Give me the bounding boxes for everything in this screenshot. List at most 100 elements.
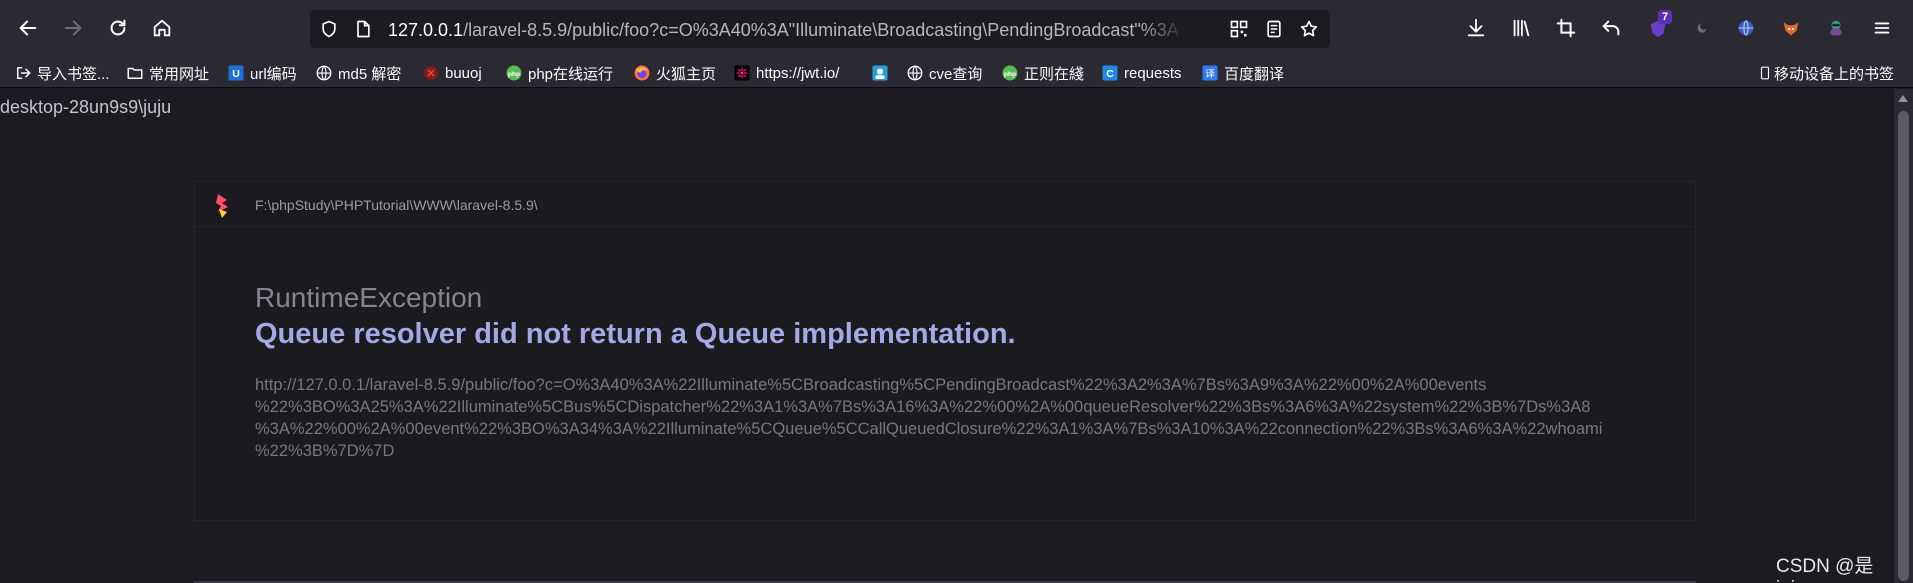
- exception-message: Queue resolver did not return a Queue im…: [255, 318, 1016, 350]
- bookmark-import[interactable]: 导入书签...: [14, 62, 110, 84]
- qr-code-icon[interactable]: [1228, 18, 1250, 40]
- bookmark-label: 移动设备上的书签: [1774, 65, 1895, 83]
- bookmark-cve[interactable]: cve查询: [906, 62, 982, 84]
- extension-badge: 7: [1658, 10, 1673, 24]
- url-fade: [1140, 16, 1185, 44]
- extension-spy-button[interactable]: [1818, 10, 1854, 46]
- url-text[interactable]: 127.0.0.1/laravel-8.5.9/public/foo?c=O%3…: [388, 18, 1178, 42]
- url-path: /laravel-8.5.9/public/foo?c=O%3A40%3A"Il…: [463, 20, 1178, 40]
- undo-button[interactable]: [1593, 10, 1629, 46]
- bookmark-php-online[interactable]: php php在线运行: [505, 62, 613, 84]
- bookmark-label: 导入书签...: [37, 65, 110, 83]
- extension-spy-icon: [1830, 20, 1842, 36]
- svg-text:php: php: [1004, 71, 1016, 78]
- svg-text:U: U: [232, 68, 240, 80]
- request-url-line: %22%3B%7D%7D: [255, 442, 395, 460]
- globe-icon: [315, 64, 333, 82]
- bookmark-label: url编码: [250, 65, 297, 83]
- bookmark-jwt[interactable]: https://jwt.io/: [733, 62, 839, 84]
- home-button[interactable]: [144, 10, 180, 46]
- extension-globe-button[interactable]: [1728, 10, 1764, 46]
- bookmark-label: buuoj: [445, 64, 482, 82]
- home-icon: [153, 19, 171, 37]
- library-icon: [1513, 19, 1530, 37]
- reload-button[interactable]: [100, 10, 136, 46]
- forward-arrow-icon: [64, 20, 82, 36]
- svg-text:C: C: [1106, 68, 1114, 80]
- exception-card: F:\phpStudy\PHPTutorial\WWW\laravel-8.5.…: [194, 181, 1696, 521]
- extension-moon-icon: [1697, 22, 1708, 33]
- request-url-line: %22%3BO%3A25%3A%22Illuminate%5CBus%5CDis…: [255, 398, 1591, 416]
- scroll-thumb[interactable]: [1898, 111, 1909, 581]
- browser-toolbar: 127.0.0.1/laravel-8.5.9/public/foo?c=O%3…: [0, 0, 1913, 56]
- globe-icon: [906, 64, 924, 82]
- request-url-line: http://127.0.0.1/laravel-8.5.9/public/fo…: [255, 376, 1487, 394]
- reader-view-icon[interactable]: [1263, 18, 1285, 40]
- jwt-icon: [733, 64, 751, 82]
- bookmark-star-icon[interactable]: [1298, 18, 1320, 40]
- url-host: 127.0.0.1: [388, 20, 464, 40]
- buuoj-icon: [422, 64, 440, 82]
- extension-ublock-button[interactable]: 7: [1640, 10, 1676, 46]
- bookmark-label: https://jwt.io/: [756, 64, 840, 82]
- svg-text:译: 译: [1205, 68, 1215, 80]
- c-icon: C: [1101, 64, 1119, 82]
- download-button[interactable]: [1458, 10, 1494, 46]
- page-icon[interactable]: [352, 18, 374, 40]
- extension-moon-button[interactable]: [1684, 10, 1720, 46]
- bookmark-label: 火狐主页: [656, 65, 717, 83]
- extension-fox-icon: [1783, 22, 1799, 36]
- bookmark-url-encode[interactable]: U url编码: [227, 62, 297, 84]
- bookmark-regex[interactable]: php 正则在綫: [1001, 62, 1084, 84]
- menu-button[interactable]: [1864, 10, 1900, 46]
- bookmark-buuoj[interactable]: buuoj: [422, 62, 482, 84]
- folder-icon: [126, 64, 144, 82]
- bookmark-label: 百度翻译: [1224, 65, 1285, 83]
- php-icon: php: [505, 64, 523, 82]
- bookmarks-toolbar: 导入书签... 常用网址 U url编码 md5 解密 buuoj php ph…: [0, 56, 1913, 88]
- scroll-up-arrow-icon[interactable]: [1898, 95, 1908, 102]
- csdn-watermark: CSDN @是juju: [1776, 556, 1874, 583]
- bookmark-folder-common[interactable]: 常用网址: [126, 62, 209, 84]
- exception-header: F:\phpStudy\PHPTutorial\WWW\laravel-8.5.…: [195, 182, 1695, 227]
- back-arrow-icon: [19, 20, 37, 36]
- command-output: desktop-28un9s9\juju: [0, 97, 172, 117]
- extension-fox-button[interactable]: [1773, 10, 1809, 46]
- person-icon: [871, 64, 889, 82]
- download-icon: [1467, 18, 1485, 37]
- bookmark-md5[interactable]: md5 解密: [315, 62, 401, 84]
- project-path: F:\phpStudy\PHPTutorial\WWW\laravel-8.5.…: [255, 197, 538, 213]
- request-url[interactable]: http://127.0.0.1/laravel-8.5.9/public/fo…: [255, 374, 1635, 462]
- ignition-logo: [216, 194, 228, 218]
- bookmark-firefox-home[interactable]: 火狐主页: [633, 62, 716, 84]
- hamburger-menu-icon: [1874, 22, 1890, 34]
- bookmark-label: requests: [1124, 64, 1182, 82]
- bookmark-requests[interactable]: C requests: [1101, 62, 1182, 84]
- exception-type: RuntimeException: [255, 282, 483, 313]
- extension-globe-icon: [1738, 20, 1754, 36]
- bookmark-label: 常用网址: [149, 65, 210, 83]
- request-url-line: %3A%22%00%2A%00event%22%3BO%3A34%3A%22Il…: [255, 420, 1603, 438]
- shield-icon[interactable]: [318, 18, 340, 40]
- bookmark-mobile[interactable]: 移动设备上的书签: [1758, 62, 1894, 84]
- firefox-icon: [633, 64, 651, 82]
- bookmark-person[interactable]: [871, 62, 894, 84]
- screenshot-button[interactable]: [1548, 10, 1584, 46]
- reload-icon: [110, 19, 126, 36]
- regex-icon: php: [1001, 64, 1019, 82]
- u-icon: U: [227, 64, 245, 82]
- mobile-icon: [1758, 64, 1772, 82]
- translate-icon: 译: [1201, 64, 1219, 82]
- forward-button[interactable]: [55, 10, 91, 46]
- bookmark-label: md5 解密: [338, 65, 402, 83]
- address-bar[interactable]: 127.0.0.1/laravel-8.5.9/public/foo?c=O%3…: [310, 10, 1330, 48]
- library-button[interactable]: [1503, 10, 1539, 46]
- import-icon: [14, 64, 32, 82]
- bookmark-label: 正则在綫: [1024, 65, 1085, 83]
- undo-icon: [1602, 20, 1620, 36]
- bookmark-baidu-translate[interactable]: 译 百度翻译: [1201, 62, 1284, 84]
- back-button[interactable]: [10, 10, 46, 46]
- vertical-scrollbar[interactable]: [1894, 89, 1913, 583]
- svg-text:php: php: [508, 71, 520, 78]
- page-content: desktop-28un9s9\juju F:\phpStudy\PHPTuto…: [0, 89, 1894, 583]
